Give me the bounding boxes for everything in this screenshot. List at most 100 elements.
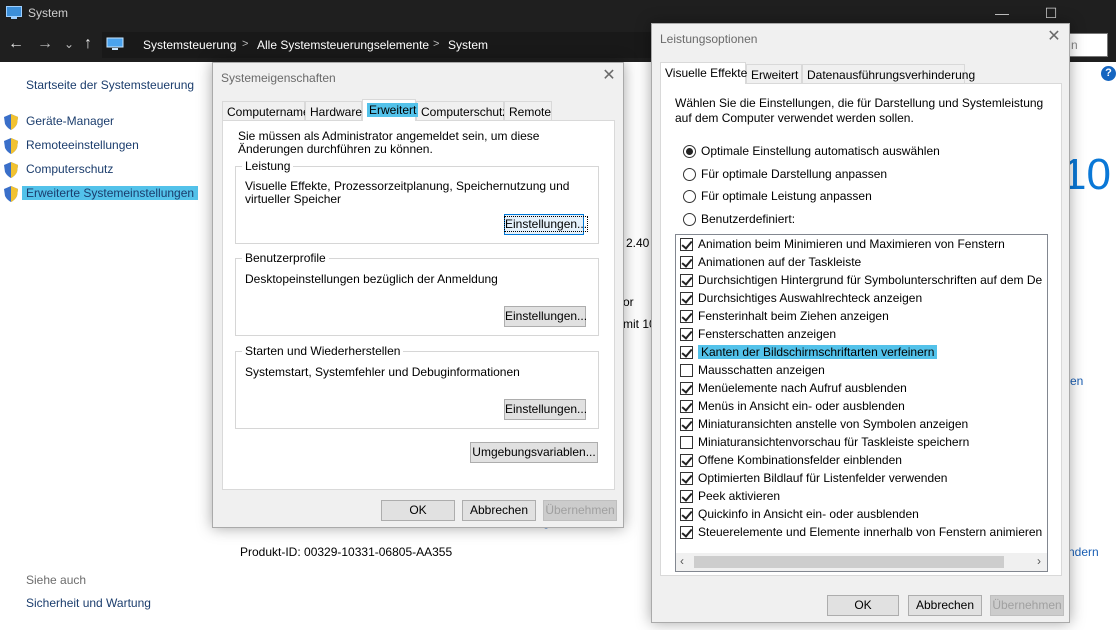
visual-effect-option[interactable]: Fensterschatten anzeigen bbox=[680, 327, 1047, 345]
system-app-icon bbox=[6, 6, 22, 19]
environment-variables-button[interactable]: Umgebungsvariablen... bbox=[470, 442, 598, 463]
visual-effects-list[interactable]: Animation beim Minimieren und Maximieren… bbox=[675, 234, 1048, 572]
checkbox[interactable] bbox=[680, 400, 693, 413]
security-maintenance-link[interactable]: Sicherheit und Wartung bbox=[26, 596, 151, 610]
visual-effect-option[interactable]: Kanten der Bildschirmschriftarten verfei… bbox=[680, 345, 1047, 363]
shield-icon bbox=[4, 162, 18, 178]
dialog-title: Systemeigenschaften bbox=[221, 71, 336, 85]
control-panel-home-link[interactable]: Startseite der Systemsteuerung bbox=[26, 78, 194, 92]
scrollbar-thumb[interactable] bbox=[694, 556, 1004, 568]
nav-item-label: Computerschutz bbox=[26, 162, 114, 176]
horizontal-scrollbar[interactable]: ‹ › bbox=[676, 553, 1047, 571]
back-arrow-icon[interactable]: ← bbox=[8, 36, 24, 52]
window-title: System bbox=[28, 6, 69, 20]
tab-remote[interactable]: Remote bbox=[504, 101, 552, 121]
group-starten-wiederherstellen: Starten und Wiederherstellen Systemstart… bbox=[235, 344, 599, 429]
checkbox[interactable] bbox=[680, 508, 693, 521]
visual-effect-option[interactable]: Durchsichtigen Hintergrund für Symbolunt… bbox=[680, 273, 1047, 291]
cancel-button[interactable]: Abbrechen bbox=[908, 595, 982, 616]
visual-effect-option[interactable]: Animation beim Minimieren und Maximieren… bbox=[680, 237, 1047, 255]
checkbox[interactable] bbox=[680, 256, 693, 269]
product-id: Produkt-ID: 00329-10331-06805-AA355 bbox=[240, 545, 453, 559]
visual-effect-option[interactable]: Peek aktivieren bbox=[680, 489, 1047, 507]
group-title: Leistung bbox=[242, 159, 294, 173]
breadcrumb-systemsteuerung[interactable]: Systemsteuerung bbox=[143, 38, 236, 52]
shield-icon bbox=[4, 186, 18, 202]
checkbox[interactable] bbox=[680, 292, 693, 305]
checkbox[interactable] bbox=[680, 382, 693, 395]
visual-effect-option[interactable]: Miniaturansichtenvorschau für Taskleiste… bbox=[680, 435, 1047, 453]
visual-effect-option[interactable]: Durchsichtiges Auswahlrechteck anzeigen bbox=[680, 291, 1047, 309]
cancel-button[interactable]: Abbrechen bbox=[462, 500, 536, 521]
breadcrumb-all-items[interactable]: Alle Systemsteuerungselemente bbox=[257, 38, 429, 52]
tab-hardware[interactable]: Hardware bbox=[305, 101, 362, 121]
checkbox[interactable] bbox=[680, 436, 693, 449]
option-label: Durchsichtigen Hintergrund für Symbolunt… bbox=[698, 273, 1043, 287]
visual-effect-option[interactable]: Quickinfo in Ansicht ein- oder ausblende… bbox=[680, 507, 1047, 525]
tab-strip: Computername Hardware Erweitert Computer… bbox=[222, 99, 617, 121]
change-product-key-link-fragment[interactable]: ndern bbox=[1068, 545, 1099, 559]
visual-effect-option[interactable]: Steuerelemente und Elemente innerhalb vo… bbox=[680, 525, 1047, 543]
visual-effect-option[interactable]: Optimierten Bildlauf für Listenfelder ve… bbox=[680, 471, 1047, 489]
tab-label: Erweitert bbox=[367, 103, 419, 117]
tab-strip: Visuelle Effekte Erweitert Datenausführu… bbox=[660, 62, 1060, 84]
tab-erweitert[interactable]: Erweitert bbox=[362, 99, 419, 121]
tab-computerschutz[interactable]: Computerschutz bbox=[416, 101, 508, 121]
system-properties-dialog: Systemeigenschaften ✕ Computername Hardw… bbox=[212, 62, 624, 528]
visual-effect-option[interactable]: Fensterinhalt beim Ziehen anzeigen bbox=[680, 309, 1047, 327]
group-description: Visuelle Effekte, Prozessorzeitplanung, … bbox=[245, 179, 570, 206]
change-settings-link-fragment[interactable]: en bbox=[1070, 374, 1083, 388]
nav-item-label: Erweiterte Systemeinstellungen bbox=[22, 186, 199, 200]
checkbox[interactable] bbox=[680, 238, 693, 251]
checkbox[interactable] bbox=[680, 310, 693, 323]
checkbox[interactable] bbox=[680, 328, 693, 341]
apply-button[interactable]: Übernehmen bbox=[990, 595, 1064, 616]
close-icon[interactable]: ✕ bbox=[597, 67, 621, 87]
checkbox[interactable] bbox=[680, 274, 693, 287]
startup-settings-button[interactable]: Einstellungen... bbox=[504, 399, 587, 420]
recent-locations-icon[interactable]: ⌄ bbox=[64, 36, 74, 52]
checkbox[interactable] bbox=[680, 364, 693, 377]
ok-button[interactable]: OK bbox=[381, 500, 455, 521]
admin-note: Sie müssen als Administrator angemeldet … bbox=[238, 129, 540, 156]
apply-button[interactable]: Übernehmen bbox=[543, 500, 617, 521]
nav-item-label: Geräte-Manager bbox=[26, 114, 115, 128]
checkbox[interactable] bbox=[680, 346, 693, 359]
button-label: Einstellungen... bbox=[503, 216, 589, 232]
visual-effect-option[interactable]: Mausschatten anzeigen bbox=[680, 363, 1047, 381]
breadcrumb-system[interactable]: System bbox=[448, 38, 488, 52]
visual-effect-option[interactable]: Animationen auf der Taskleiste bbox=[680, 255, 1047, 273]
visual-effect-option[interactable]: Offene Kombinationsfelder einblenden bbox=[680, 453, 1047, 471]
visual-effect-option[interactable]: Miniaturansichten anstelle von Symbolen … bbox=[680, 417, 1047, 435]
checkbox[interactable] bbox=[680, 472, 693, 485]
checkbox[interactable] bbox=[680, 454, 693, 467]
option-label: Durchsichtiges Auswahlrechteck anzeigen bbox=[698, 291, 923, 305]
nav-item-label: Remoteeinstellungen bbox=[26, 138, 139, 152]
up-arrow-icon[interactable]: ↑ bbox=[84, 36, 92, 52]
checkbox[interactable] bbox=[680, 526, 693, 539]
checkbox[interactable] bbox=[680, 490, 693, 503]
breadcrumb-separator: > bbox=[433, 38, 440, 50]
radio-button bbox=[683, 213, 696, 226]
performance-settings-button[interactable]: Einstellungen... bbox=[503, 214, 589, 235]
profile-settings-button[interactable]: Einstellungen... bbox=[504, 306, 587, 327]
shield-icon bbox=[4, 114, 18, 130]
option-label: Animation beim Minimieren und Maximieren… bbox=[698, 237, 1005, 251]
option-label: Fensterschatten anzeigen bbox=[698, 327, 837, 341]
close-icon[interactable]: ✕ bbox=[1042, 28, 1066, 48]
ok-button[interactable]: OK bbox=[827, 595, 899, 616]
checkbox[interactable] bbox=[680, 418, 693, 431]
search-box[interactable]: n bbox=[1068, 33, 1108, 57]
tab-datenausfuehrungsverhinderung[interactable]: Datenausführungsverhinderung bbox=[802, 64, 975, 84]
visual-effect-option[interactable]: Menüs in Ansicht ein- oder ausblenden bbox=[680, 399, 1047, 417]
scroll-left-icon[interactable]: ‹ bbox=[680, 554, 684, 568]
radio-label: Optimale Einstellung automatisch auswähl… bbox=[701, 144, 940, 158]
visual-effect-option[interactable]: Menüelemente nach Aufruf ausblenden bbox=[680, 381, 1047, 399]
tab-erweitert[interactable]: Erweitert bbox=[746, 64, 802, 84]
forward-arrow-icon[interactable]: → bbox=[37, 36, 53, 52]
scroll-right-icon[interactable]: › bbox=[1037, 554, 1041, 568]
help-icon[interactable]: ? bbox=[1101, 66, 1116, 81]
tab-visuelle-effekte[interactable]: Visuelle Effekte bbox=[660, 62, 747, 84]
option-label: Menüs in Ansicht ein- oder ausblenden bbox=[698, 399, 905, 413]
tab-computername[interactable]: Computername bbox=[222, 101, 310, 121]
